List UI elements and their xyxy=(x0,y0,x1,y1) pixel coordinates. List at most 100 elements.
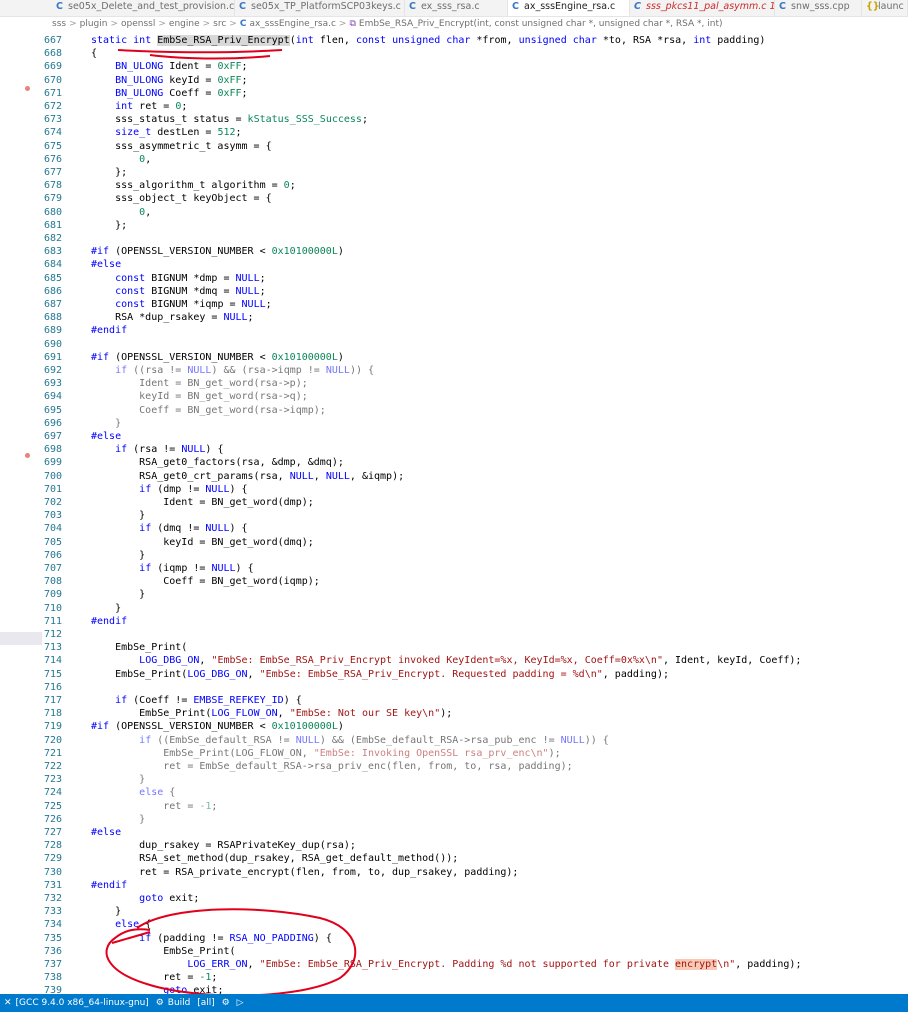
breadcrumb-file[interactable]: ax_sssEngine_rsa.c xyxy=(249,19,335,29)
code-line[interactable]: 707 if (iqmp != NULL) { xyxy=(0,562,908,575)
code-line[interactable]: 708 Coeff = BN_get_word(iqmp); xyxy=(0,575,908,588)
code-line[interactable]: 687 const BIGNUM *iqmp = NULL; xyxy=(0,298,908,311)
code-line[interactable]: 705 keyId = BN_get_word(dmq); xyxy=(0,536,908,549)
run-icon[interactable]: ▷ xyxy=(237,998,244,1008)
code-line[interactable]: 676 0, xyxy=(0,153,908,166)
code-line[interactable]: 706 } xyxy=(0,549,908,562)
code-line[interactable]: 682 xyxy=(0,232,908,245)
code-line[interactable]: 727 #else xyxy=(0,826,908,839)
code-line[interactable]: 712 xyxy=(0,628,908,641)
code-line[interactable]: 711 #endif xyxy=(0,615,908,628)
code-line[interactable]: 693 Ident = BN_get_word(rsa->p); xyxy=(0,377,908,390)
code-line[interactable]: 739 goto exit; xyxy=(0,984,908,994)
code-line[interactable]: 720 if ((EmbSe_default_RSA != NULL) && (… xyxy=(0,734,908,747)
breadcrumb-item[interactable]: openssl xyxy=(121,19,155,29)
line-number: 695 xyxy=(44,404,63,416)
build-target[interactable]: [all] xyxy=(197,998,215,1008)
code-line[interactable]: 723 } xyxy=(0,773,908,786)
code-line[interactable]: 725 ret = -1; xyxy=(0,800,908,813)
breadcrumb-item[interactable]: src xyxy=(213,19,226,29)
build-button[interactable]: Build xyxy=(168,998,191,1008)
code-line[interactable]: 716 xyxy=(0,681,908,694)
remote-icon[interactable]: ✕ xyxy=(4,998,12,1008)
code-line[interactable]: 726 } xyxy=(0,813,908,826)
line-number: 718 xyxy=(44,708,63,720)
code-line[interactable]: 704 if (dmq != NULL) { xyxy=(0,522,908,535)
code-line[interactable]: 671 BN_ULONG Coeff = 0xFF; xyxy=(0,87,908,100)
code-text: ret = -1; xyxy=(91,972,218,984)
editor-tab[interactable]: Cex_sss_rsa.c xyxy=(405,0,508,16)
code-line[interactable]: 717 if (Coeff != EMBSE_REFKEY_ID) { xyxy=(0,694,908,707)
code-line[interactable]: 703 } xyxy=(0,509,908,522)
code-line[interactable]: 690 xyxy=(0,338,908,351)
editor-tab[interactable]: Cax_sssEngine_rsa.c xyxy=(508,0,630,16)
code-line[interactable]: 700 RSA_get0_crt_params(rsa, NULL, NULL,… xyxy=(0,470,908,483)
code-line[interactable]: 667 static int EmbSe_RSA_Priv_Encrypt(int… xyxy=(0,34,908,47)
code-line[interactable]: 710 } xyxy=(0,602,908,615)
code-line[interactable]: 722 ret = EmbSe_default_RSA->rsa_priv_en… xyxy=(0,760,908,773)
code-line[interactable]: 686 const BIGNUM *dmq = NULL; xyxy=(0,285,908,298)
code-line[interactable]: 736 EmbSe_Print( xyxy=(0,945,908,958)
code-line[interactable]: 737 LOG_ERR_ON, "EmbSe: EmbSe_RSA_Priv_E… xyxy=(0,958,908,971)
code-line[interactable]: 719 #if (OPENSSL_VERSION_NUMBER < 0x10100… xyxy=(0,720,908,733)
code-line[interactable]: 680 0, xyxy=(0,206,908,219)
code-line[interactable]: 670 BN_ULONG keyId = 0xFF; xyxy=(0,74,908,87)
code-line[interactable]: 724 else { xyxy=(0,786,908,799)
breadcrumb-symbol[interactable]: EmbSe_RSA_Priv_Encrypt(int, const unsign… xyxy=(359,19,723,29)
code-line[interactable]: 684 #else xyxy=(0,258,908,271)
code-line[interactable]: 732 goto exit; xyxy=(0,892,908,905)
code-line[interactable]: 692 if ((rsa != NULL) && (rsa->iqmp != N… xyxy=(0,364,908,377)
compiler-kit[interactable]: [GCC 9.4.0 x86_64-linux-gnu] xyxy=(16,998,149,1008)
code-line[interactable]: 672 int ret = 0; xyxy=(0,100,908,113)
code-line[interactable]: 697 #else xyxy=(0,430,908,443)
breadcrumb-item[interactable]: plugin xyxy=(80,19,108,29)
code-line[interactable]: 698 if (rsa != NULL) { xyxy=(0,443,908,456)
code-line[interactable]: 678 sss_algorithm_t algorithm = 0; xyxy=(0,179,908,192)
code-line[interactable]: 677 }; xyxy=(0,166,908,179)
code-line[interactable]: 675 sss_asymmetric_t asymm = { xyxy=(0,140,908,153)
code-line[interactable]: 691 #if (OPENSSL_VERSION_NUMBER < 0x10100… xyxy=(0,351,908,364)
code-line[interactable]: 731 #endif xyxy=(0,879,908,892)
code-line[interactable]: 694 keyId = BN_get_word(rsa->q); xyxy=(0,390,908,403)
code-line[interactable]: 674 size_t destLen = 512; xyxy=(0,126,908,139)
code-line[interactable]: 699 RSA_get0_factors(rsa, &dmp, &dmq); xyxy=(0,456,908,469)
breadcrumb-item[interactable]: sss xyxy=(52,19,66,29)
code-line[interactable]: 733 } xyxy=(0,905,908,918)
code-line[interactable]: 689 #endif xyxy=(0,324,908,337)
editor-tab[interactable]: Csnw_sss.cpp xyxy=(775,0,862,16)
editor-tab[interactable]: Csss_pkcs11_pal_asymm.c 1 xyxy=(630,0,775,16)
code-editor[interactable]: 667 static int EmbSe_RSA_Priv_Encrypt(int… xyxy=(0,32,908,994)
breadcrumb-item[interactable]: engine xyxy=(169,19,200,29)
code-line[interactable]: 681 }; xyxy=(0,219,908,232)
code-line[interactable]: 688 RSA *dup_rsakey = NULL; xyxy=(0,311,908,324)
code-line[interactable]: 730 ret = RSA_private_encrypt(flen, from… xyxy=(0,866,908,879)
code-line[interactable]: 685 const BIGNUM *dmp = NULL; xyxy=(0,272,908,285)
code-text: }; xyxy=(91,219,128,231)
code-line[interactable]: 721 EmbSe_Print(LOG_FLOW_ON, "EmbSe: Inv… xyxy=(0,747,908,760)
code-line[interactable]: 709 } xyxy=(0,588,908,601)
editor-tab[interactable]: Cse05x_Delete_and_test_provision.c xyxy=(52,0,235,16)
code-line[interactable]: 669 BN_ULONG Ident = 0xFF; xyxy=(0,60,908,73)
code-line[interactable]: 714 LOG_DBG_ON, "EmbSe: EmbSe_RSA_Priv_E… xyxy=(0,654,908,667)
editor-tab[interactable]: {} launc xyxy=(862,0,908,16)
code-text: Coeff = BN_get_word(rsa->iqmp); xyxy=(91,404,326,416)
code-line[interactable]: 718 EmbSe_Print(LOG_FLOW_ON, "EmbSe: Not… xyxy=(0,707,908,720)
code-line[interactable]: 715 EmbSe_Print(LOG_DBG_ON, "EmbSe: EmbS… xyxy=(0,668,908,681)
code-line[interactable]: 673 sss_status_t status = kStatus_SSS_Su… xyxy=(0,113,908,126)
code-line[interactable]: 713 EmbSe_Print( xyxy=(0,641,908,654)
code-line[interactable]: 696 } xyxy=(0,417,908,430)
code-line[interactable]: 735 if (padding != RSA_NO_PADDING) { xyxy=(0,932,908,945)
code-line[interactable]: 695 Coeff = BN_get_word(rsa->iqmp); xyxy=(0,404,908,417)
line-number: 716 xyxy=(44,681,63,693)
code-line[interactable]: 734 else { xyxy=(0,918,908,931)
code-line[interactable]: 729 RSA_set_method(dup_rsakey, RSA_get_d… xyxy=(0,852,908,865)
code-line[interactable]: 702 Ident = BN_get_word(dmp); xyxy=(0,496,908,509)
code-line[interactable]: 683 #if (OPENSSL_VERSION_NUMBER < 0x10100… xyxy=(0,245,908,258)
code-line[interactable]: 738 ret = -1; xyxy=(0,971,908,984)
code-line[interactable]: 701 if (dmp != NULL) { xyxy=(0,483,908,496)
code-line[interactable]: 679 sss_object_t keyObject = { xyxy=(0,192,908,205)
debug-icon[interactable]: ⚙ xyxy=(222,998,230,1008)
code-line[interactable]: 668 { xyxy=(0,47,908,60)
editor-tab[interactable]: Cse05x_TP_PlatformSCP03keys.c xyxy=(235,0,405,16)
code-line[interactable]: 728 dup_rsakey = RSAPrivateKey_dup(rsa); xyxy=(0,839,908,852)
